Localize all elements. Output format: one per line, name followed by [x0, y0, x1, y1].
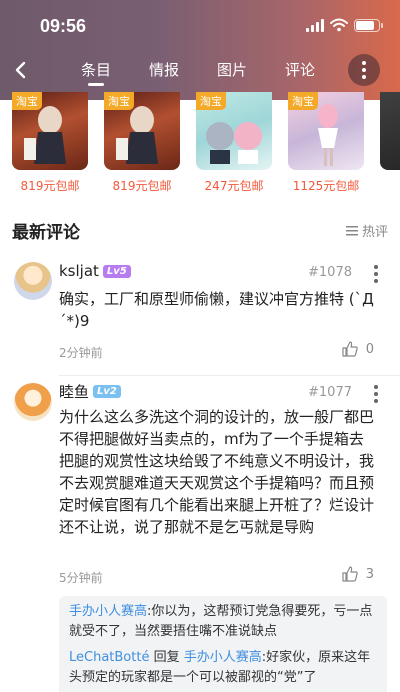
comment-time: 2分钟前 — [59, 346, 103, 360]
tab-images[interactable]: 图片 — [198, 52, 266, 88]
menu-lines-icon — [345, 225, 358, 235]
reply-item[interactable]: LeChatBotté 回复 手办小人赛高:好家伙，原来这年头预定的玩家都是一个… — [69, 648, 377, 688]
product-image: 淘宝 — [288, 92, 364, 170]
taobao-tag: 淘宝 — [196, 92, 226, 110]
comment-text: 确实，工厂和原型师偷懒，建议冲官方推特 (`Д´*)9 — [59, 290, 374, 330]
status-bar: 09:56 — [0, 10, 400, 40]
product-price: 819元包邮 — [20, 179, 80, 193]
comment-time: 5分钟前 — [59, 571, 103, 585]
like-button[interactable]: 3 — [342, 566, 374, 582]
sort-label: 热评 — [361, 225, 388, 240]
avatar[interactable] — [14, 383, 52, 421]
like-count: 3 — [365, 566, 374, 582]
reply-author[interactable]: 手办小人赛高 — [69, 604, 147, 619]
sort-hot-button[interactable]: 热评 — [345, 221, 388, 240]
comment-options-button[interactable] — [374, 385, 378, 403]
product-price: 247元包邮 — [204, 179, 264, 193]
comment-username[interactable]: ksljat Lv5 — [59, 262, 131, 280]
username-text: 睦鱼 — [59, 383, 90, 401]
like-count: 0 — [365, 341, 374, 357]
taobao-tag: 淘宝 — [104, 92, 134, 110]
comment-divider — [59, 375, 400, 376]
nav-bar: 条目 情报 图片 评论 — [0, 52, 400, 92]
tab-entry[interactable]: 条目 — [62, 52, 130, 88]
tab-comments[interactable]: 评论 — [266, 52, 334, 88]
taobao-tag: 淘宝 — [12, 92, 42, 110]
status-icons — [306, 18, 383, 32]
tab-bar: 条目 情报 图片 评论 — [62, 52, 334, 88]
reply-item[interactable]: 手办小人赛高:你以为，这帮预订党急得要死，亏一点就受不了，当然要捂住嘴不准说缺点 — [69, 602, 377, 642]
status-time: 09:56 — [40, 16, 87, 36]
reply-author[interactable]: LeChatBotté — [69, 650, 149, 665]
like-button[interactable]: 0 — [342, 341, 374, 357]
header-bar: 09:56 条目 情报 图片 评论 — [0, 0, 400, 100]
level-badge: Lv2 — [93, 385, 121, 398]
level-badge: Lv5 — [102, 264, 131, 278]
more-options-button[interactable] — [348, 54, 380, 86]
back-button[interactable] — [8, 56, 32, 84]
product-carousel: 淘宝 819元包邮 淘宝 819元包邮 淘宝 247元包邮 淘宝 1125元包邮 — [0, 92, 400, 202]
section-title: 最新评论 — [12, 223, 80, 243]
thumbs-up-icon — [342, 341, 358, 357]
product-image: 淘宝 — [196, 92, 272, 170]
floor-number: #1078 — [308, 265, 352, 280]
product-image: 淘宝 — [104, 92, 180, 170]
product-card[interactable] — [380, 92, 400, 170]
comment-text: 为什么这么多洗这个洞的设计的，放一般厂都巴不得把腿做好当卖点的，mf为了一个手提… — [59, 408, 375, 536]
comments-section-header: 最新评论 热评 — [12, 218, 388, 243]
tab-news[interactable]: 情报 — [130, 52, 198, 88]
reply-target[interactable]: 手办小人赛高 — [184, 650, 262, 665]
battery-icon — [354, 18, 383, 32]
comment-username[interactable]: 睦鱼 Lv2 — [59, 381, 121, 402]
product-image: 淘宝 — [12, 92, 88, 170]
comment-options-button[interactable] — [374, 265, 378, 283]
reply-box[interactable]: 手办小人赛高:你以为，这帮预订党急得要死，亏一点就受不了，当然要捂住嘴不准说缺点… — [59, 596, 387, 692]
product-card[interactable]: 淘宝 1125元包邮 — [288, 92, 364, 194]
product-price: 1125元包邮 — [292, 179, 360, 193]
cellular-signal-icon — [306, 18, 324, 32]
product-image — [380, 92, 400, 170]
reply-word: 回复 — [149, 650, 184, 665]
floor-number: #1077 — [308, 385, 352, 400]
wifi-icon — [330, 18, 348, 32]
product-card[interactable]: 淘宝 819元包邮 — [104, 92, 180, 194]
product-price: 819元包邮 — [112, 179, 172, 193]
product-card[interactable]: 淘宝 819元包邮 — [12, 92, 88, 194]
taobao-tag: 淘宝 — [288, 92, 318, 110]
product-card[interactable]: 淘宝 247元包邮 — [196, 92, 272, 194]
username-text: ksljat — [59, 262, 99, 280]
avatar[interactable] — [14, 262, 52, 300]
thumbs-up-icon — [342, 566, 358, 582]
chevron-left-icon — [15, 61, 26, 79]
